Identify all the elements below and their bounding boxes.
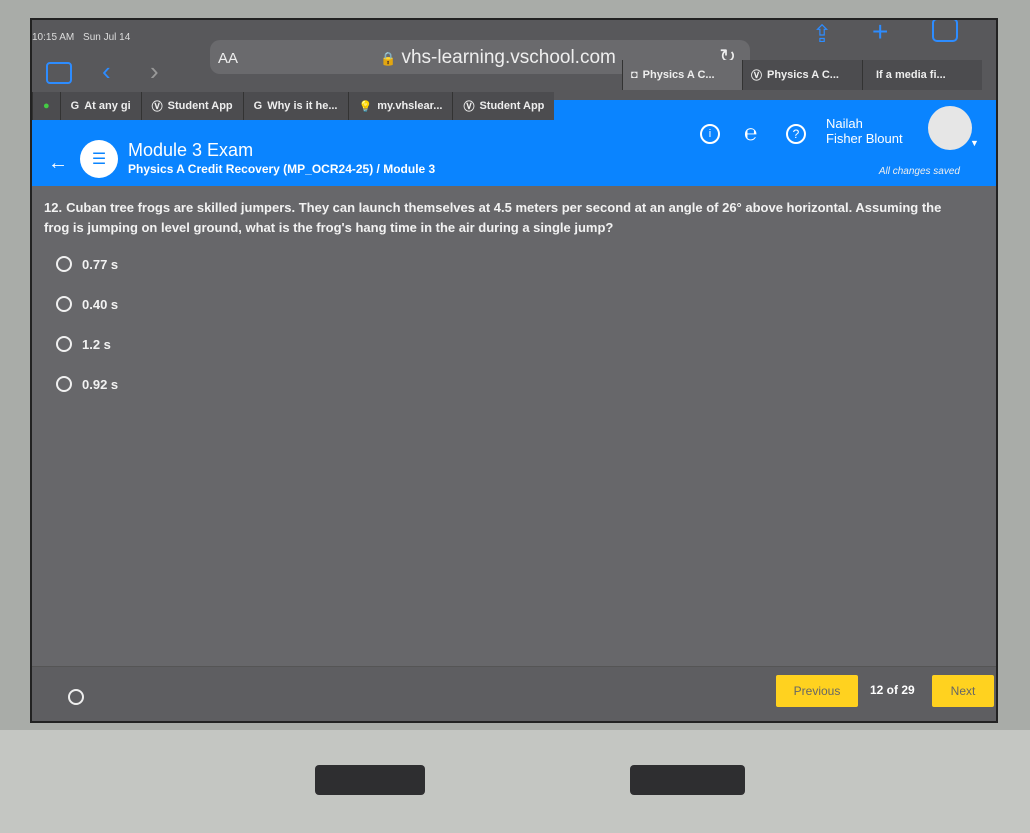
option-label: 0.92 s [82,376,119,392]
answer-option[interactable]: 0.77 s [56,256,118,272]
radio-button[interactable] [56,336,72,352]
help-icon[interactable]: ? [786,124,806,144]
question-area: 12. Cuban tree frogs are skilled jumpers.… [32,186,996,666]
answer-option[interactable]: 1.2 s [56,336,111,352]
v-school-icon: Ⓥ [751,70,762,82]
back-arrow-icon[interactable]: ← [48,152,68,175]
user-first-name: Nailah [826,116,863,131]
previous-button[interactable]: Previous [776,675,858,707]
sidebar-toggle-icon[interactable] [46,62,72,84]
text-size-button[interactable]: AA [218,50,238,67]
question-number: 12. [44,200,63,215]
question-text: 12. Cuban tree frogs are skilled jumpers.… [44,198,944,238]
next-button[interactable]: Next [932,675,994,707]
tablet-screen: 10:15 AM Sun Jul 14 ‹ › AA 🔒 vhs-learnin… [30,18,998,723]
bookmark-5[interactable]: Ⓥ Student App [452,92,555,120]
tab-media[interactable]: If a media fi... [862,60,982,90]
question-body: Cuban tree frogs are skilled jumpers. Th… [44,200,942,235]
v-school-icon: Ⓥ [151,101,163,113]
tab-physics-a-1[interactable]: ◘ Physics A C... [622,60,742,90]
tab-label: Physics A C... [767,69,839,81]
tablet-bezel [0,730,1030,833]
radio-button[interactable] [56,256,72,272]
new-tab-icon[interactable]: + [872,20,888,48]
radio-button[interactable] [56,376,72,392]
forward-icon[interactable]: › [150,56,159,87]
status-date: Sun Jul 14 [83,32,131,43]
page-indicator: 12 of 29 [870,683,915,697]
lock-icon: 🔒 [380,51,397,66]
bookmark-label: Why is it he... [267,100,338,112]
save-status: All changes saved [878,166,960,177]
google-icon: G [253,100,263,112]
page-title: Module 3 Exam [128,140,254,160]
info-icon[interactable]: i [700,124,720,144]
exam-footer: Previous 12 of 29 Next [32,666,996,721]
answer-option[interactable]: 0.40 s [56,296,118,312]
bookmark-green[interactable]: ● [32,92,60,120]
option-label: 1.2 s [82,336,111,352]
hearing-icon[interactable]: ℮ [744,120,757,146]
exam-list-icon[interactable]: ☰ [80,140,118,178]
share-icon[interactable]: ⇪ [812,20,832,49]
status-bar: 10:15 AM Sun Jul 14 [32,32,130,43]
lightbulb-icon: 💡 [358,100,373,113]
bookmark-1[interactable]: G At any gi [59,92,141,120]
green-circle-icon: ● [43,100,50,112]
page-icon: ◘ [631,69,638,81]
bookmarks-bar: ● G At any gi Ⓥ Student App G Why is it he.… [32,92,555,120]
bookmark-label: Student App [479,100,545,112]
bookmark-2[interactable]: Ⓥ Student App [140,92,243,120]
user-name[interactable]: Nailah Fisher Blount [826,116,903,146]
breadcrumb: Physics A Credit Recovery (MP_OCR24-25) … [128,162,436,176]
tab-strip: ◘ Physics A C... Ⓥ Physics A C... If a med… [622,60,982,90]
tab-label: Physics A C... [642,69,715,81]
radio-button[interactable] [56,296,72,312]
v-school-icon: Ⓥ [463,101,475,113]
google-icon: G [70,100,80,112]
user-last-name: Fisher Blount [826,131,903,146]
url-text: vhs-learning.vschool.com [401,47,616,68]
option-label: 0.40 s [82,296,119,312]
status-time: 10:15 AM [32,32,75,43]
keyboard-connector [315,765,425,795]
answer-option[interactable]: 0.92 s [56,376,118,392]
bookmark-label: At any gi [84,100,131,112]
bookmark-3[interactable]: G Why is it he... [242,92,348,120]
chevron-down-icon[interactable]: ▼ [970,138,979,148]
keyboard-connector [630,765,745,795]
bookmark-4[interactable]: 💡 my.vhslear... [347,92,453,120]
tabs-overview-icon[interactable] [932,20,958,42]
bookmark-label: Student App [167,100,233,112]
tab-physics-a-2[interactable]: Ⓥ Physics A C... [742,60,862,90]
tab-label: If a media fi... [876,69,946,81]
clock-icon[interactable] [68,689,84,705]
bookmark-label: my.vhslear... [377,100,443,112]
option-label: 0.77 s [82,256,119,272]
back-icon[interactable]: ‹ [102,56,111,87]
avatar[interactable] [928,106,972,150]
